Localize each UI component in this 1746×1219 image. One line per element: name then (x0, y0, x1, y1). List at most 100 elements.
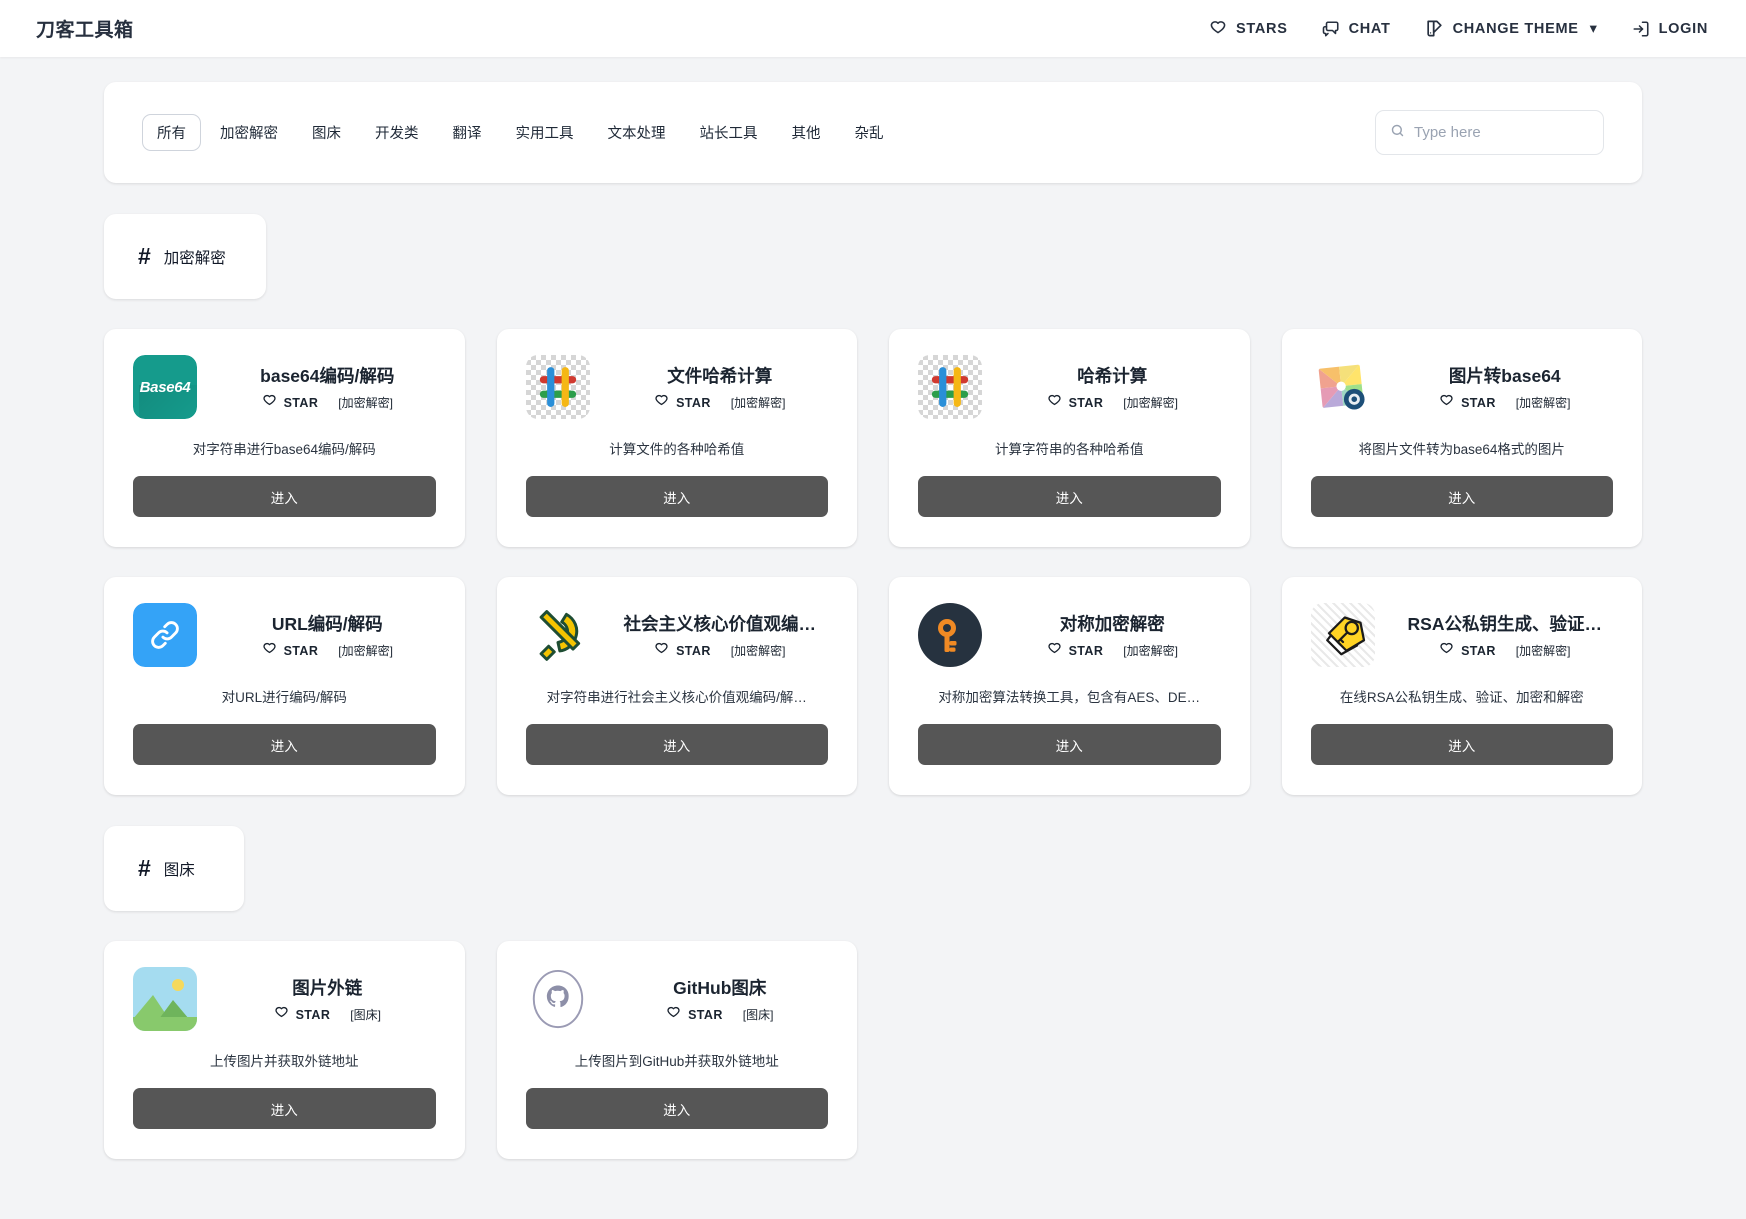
chip-text[interactable]: 文本处理 (593, 114, 681, 151)
card-meta: 哈希计算 STAR [加密解密] (1004, 363, 1221, 412)
section-title-encryption: 加密解密 (164, 246, 226, 268)
tool-card[interactable]: Base64 base64编码/解码 STAR [加密解密] 对字符串进行bas… (104, 329, 465, 547)
star-label: STAR (284, 396, 319, 410)
card-title: 图片外链 (219, 975, 436, 1000)
card-description: 对字符串进行社会主义核心价值观编码/解… (526, 686, 829, 706)
star-button[interactable]: STAR (274, 1006, 331, 1024)
tool-card[interactable]: RSA公私钥生成、验证… STAR [加密解密] 在线RSA公私钥生成、验证、加… (1282, 577, 1643, 795)
colorful-hash-icon (918, 355, 982, 419)
nav-login[interactable]: LOGIN (1632, 20, 1708, 38)
chip-utility[interactable]: 实用工具 (501, 114, 589, 151)
tool-card[interactable]: 对称加密解密 STAR [加密解密] 对称加密算法转换工具，包含有AES、DE…… (889, 577, 1250, 795)
filter-bar: 所有 加密解密 图床 开发类 翻译 实用工具 文本处理 站长工具 其他 杂乱 (104, 82, 1642, 183)
enter-button[interactable]: 进入 (526, 476, 829, 517)
star-button[interactable]: STAR (1047, 394, 1104, 412)
enter-button[interactable]: 进入 (526, 724, 829, 765)
category-tag: [加密解密] (1516, 394, 1571, 411)
heart-icon (1209, 20, 1227, 38)
card-header: GitHub图床 STAR [图床] (526, 967, 829, 1031)
nav-chat[interactable]: CHAT (1322, 20, 1391, 38)
card-meta: GitHub图床 STAR [图床] (612, 975, 829, 1024)
category-tag: [加密解密] (1516, 642, 1571, 659)
heart-icon (654, 642, 669, 660)
heart-icon (262, 394, 277, 412)
base64-icon: Base64 (133, 355, 197, 419)
tool-card[interactable]: 文件哈希计算 STAR [加密解密] 计算文件的各种哈希值 进入 (497, 329, 858, 547)
chip-webmaster[interactable]: 站长工具 (685, 114, 773, 151)
enter-button[interactable]: 进入 (133, 724, 436, 765)
enter-button[interactable]: 进入 (1311, 724, 1614, 765)
card-subline: STAR [加密解密] (1397, 642, 1614, 660)
chevron-down-icon[interactable]: ▾ (1590, 21, 1598, 37)
key-circle-icon (918, 603, 982, 667)
card-title: GitHub图床 (612, 975, 829, 1000)
theme-icon (1425, 19, 1444, 38)
star-label: STAR (1069, 644, 1104, 658)
card-meta: RSA公私钥生成、验证… STAR [加密解密] (1397, 611, 1614, 660)
enter-button[interactable]: 进入 (133, 476, 436, 517)
star-button[interactable]: STAR (1047, 642, 1104, 660)
enter-button[interactable]: 进入 (918, 724, 1221, 765)
star-label: STAR (284, 644, 319, 658)
chip-encryption[interactable]: 加密解密 (205, 114, 293, 151)
search-input[interactable] (1414, 124, 1589, 141)
heart-icon (1047, 394, 1062, 412)
chip-all[interactable]: 所有 (142, 114, 201, 151)
card-subline: STAR [加密解密] (612, 394, 829, 412)
link-icon (133, 603, 197, 667)
nav-stars-label: STARS (1236, 21, 1288, 37)
tool-card[interactable]: 图片外链 STAR [图床] 上传图片并获取外链地址 进入 (104, 941, 465, 1159)
page-bottom-spacer (104, 1159, 1642, 1219)
nav-change-theme[interactable]: CHANGE THEME ▾ (1425, 19, 1598, 38)
tool-card[interactable]: GitHub图床 STAR [图床] 上传图片到GitHub并获取外链地址 进入 (497, 941, 858, 1159)
star-button[interactable]: STAR (654, 642, 711, 660)
card-subline: STAR [图床] (612, 1006, 829, 1024)
card-description: 将图片文件转为base64格式的图片 (1311, 438, 1614, 458)
hash-icon: # (138, 245, 151, 268)
card-meta: 图片外链 STAR [图床] (219, 975, 436, 1024)
card-title: base64编码/解码 (219, 363, 436, 388)
tool-card[interactable]: 社会主义核心价值观编… STAR [加密解密] 对字符串进行社会主义核心价值观编… (497, 577, 858, 795)
card-title: 对称加密解密 (1004, 611, 1221, 636)
github-icon (526, 967, 590, 1031)
star-button[interactable]: STAR (1439, 642, 1496, 660)
tool-card[interactable]: 哈希计算 STAR [加密解密] 计算字符串的各种哈希值 进入 (889, 329, 1250, 547)
enter-button[interactable]: 进入 (1311, 476, 1614, 517)
star-button[interactable]: STAR (1439, 394, 1496, 412)
star-label: STAR (676, 396, 711, 410)
colorful-hash-icon (526, 355, 590, 419)
tool-card[interactable]: URL编码/解码 STAR [加密解密] 对URL进行编码/解码 进入 (104, 577, 465, 795)
card-header: 对称加密解密 STAR [加密解密] (918, 603, 1221, 667)
card-title: 哈希计算 (1004, 363, 1221, 388)
heart-icon (654, 394, 669, 412)
section-title-imagehost: 图床 (164, 858, 195, 880)
card-subline: STAR [加密解密] (612, 642, 829, 660)
star-button[interactable]: STAR (654, 394, 711, 412)
section-header-encryption: # 加密解密 (104, 214, 266, 299)
chat-icon (1322, 20, 1340, 38)
chip-misc[interactable]: 杂乱 (840, 114, 899, 151)
card-description: 在线RSA公私钥生成、验证、加密和解密 (1311, 686, 1614, 706)
tool-card[interactable]: 图片转base64 STAR [加密解密] 将图片文件转为base64格式的图片… (1282, 329, 1643, 547)
card-title: 文件哈希计算 (612, 363, 829, 388)
tool-grid-imagehost: 图片外链 STAR [图床] 上传图片并获取外链地址 进入 (104, 941, 1642, 1159)
search-box[interactable] (1375, 110, 1604, 155)
card-meta: 文件哈希计算 STAR [加密解密] (612, 363, 829, 412)
star-label: STAR (688, 1008, 723, 1022)
star-button[interactable]: STAR (666, 1006, 723, 1024)
heart-icon (1047, 642, 1062, 660)
hash-icon: # (138, 857, 151, 880)
nav-stars[interactable]: STARS (1209, 20, 1288, 38)
chip-translate[interactable]: 翻译 (438, 114, 497, 151)
chip-imagehost[interactable]: 图床 (297, 114, 356, 151)
enter-button[interactable]: 进入 (133, 1088, 436, 1129)
chip-other[interactable]: 其他 (777, 114, 836, 151)
card-subline: STAR [图床] (219, 1006, 436, 1024)
star-button[interactable]: STAR (262, 394, 319, 412)
enter-button[interactable]: 进入 (918, 476, 1221, 517)
chip-dev[interactable]: 开发类 (360, 114, 434, 151)
star-button[interactable]: STAR (262, 642, 319, 660)
enter-button[interactable]: 进入 (526, 1088, 829, 1129)
page-content: 所有 加密解密 图床 开发类 翻译 实用工具 文本处理 站长工具 其他 杂乱 #… (0, 82, 1746, 1219)
card-header: 哈希计算 STAR [加密解密] (918, 355, 1221, 419)
